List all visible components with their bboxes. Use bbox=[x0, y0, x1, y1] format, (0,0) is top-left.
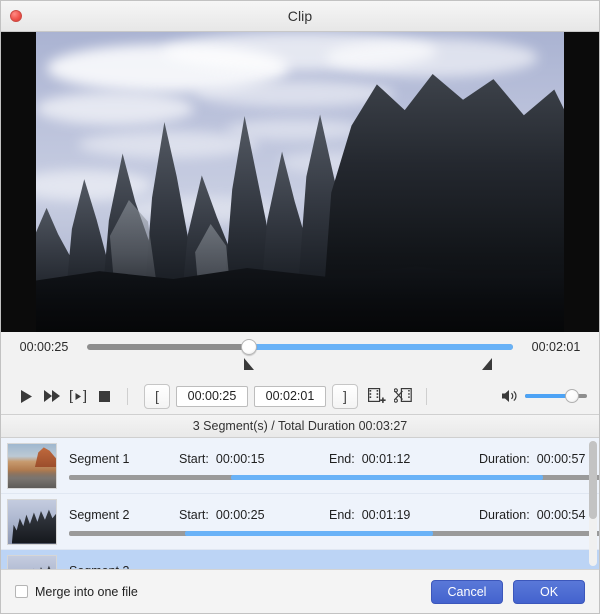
segment-duration-value: 00:00:54 bbox=[536, 507, 586, 522]
segment-thumbnail bbox=[8, 555, 56, 569]
segments-scrollbar[interactable] bbox=[589, 441, 597, 566]
segments-summary-bar: 3 Segment(s) / Total Duration 00:03:27 bbox=[1, 415, 599, 438]
segment-info: Segment 2 Start: 00:00:25 End: 00:01:19 Durat… bbox=[57, 508, 599, 536]
set-start-button[interactable]: [ bbox=[144, 383, 170, 409]
segment-detail-line: Segment 2 Start: 00:00:25 End: 00:01:19 Durat… bbox=[69, 508, 599, 522]
segment-duration-value: 00:00:57 bbox=[536, 451, 586, 466]
timeline-playhead-knob[interactable] bbox=[240, 339, 257, 355]
split-clip-button[interactable] bbox=[390, 385, 416, 407]
timeline-row: 00:00:25 00:02:01 bbox=[1, 332, 599, 378]
table-row[interactable]: Segment 1 Start: 00:00:15 End: 00:01:12 Durat… bbox=[1, 438, 599, 494]
segment-duration: Duration: 00:00:57 bbox=[479, 452, 599, 466]
segment-info: Segment 1 Start: 00:00:15 End: 00:01:12 Durat… bbox=[57, 452, 599, 480]
dialog-footer: Merge into one file Cancel OK bbox=[1, 569, 599, 613]
segment-start-value: 00:00:25 bbox=[215, 507, 265, 522]
letterbox-left bbox=[1, 32, 36, 332]
segments-list[interactable]: Segment 1 Start: 00:00:15 End: 00:01:12 Durat… bbox=[1, 438, 599, 569]
volume-icon bbox=[502, 390, 517, 402]
table-row[interactable]: Segment 2 Start: 00:00:25 End: 00:01:19 Durat… bbox=[1, 494, 599, 550]
trim-start-marker[interactable] bbox=[243, 358, 254, 370]
video-preview[interactable] bbox=[1, 32, 599, 332]
volume-slider[interactable] bbox=[525, 389, 587, 403]
segment-end: End: 00:01:19 bbox=[329, 508, 479, 522]
segment-thumbnail bbox=[7, 554, 57, 569]
segment-end-value: 00:01:12 bbox=[361, 451, 411, 466]
volume-control[interactable] bbox=[502, 389, 587, 403]
trim-end-marker[interactable] bbox=[482, 358, 493, 370]
toolbar-divider-1 bbox=[127, 387, 128, 405]
segments-scrollbar-thumb[interactable] bbox=[589, 441, 597, 519]
desert-road-thumbnail bbox=[8, 443, 56, 488]
volume-knob[interactable] bbox=[564, 389, 579, 403]
segment-detail-line: Segment 1 Start: 00:00:15 End: 00:01:12 Durat… bbox=[69, 452, 599, 466]
segment-start-label: Start: bbox=[179, 451, 209, 466]
segments-summary-text: 3 Segment(s) / Total Duration 00:03:27 bbox=[192, 419, 408, 433]
rock-spires-thumbnail bbox=[8, 499, 56, 544]
segment-name: Segment 1 bbox=[69, 451, 130, 466]
set-end-button[interactable]: ] bbox=[332, 383, 358, 409]
title-bar: Clip bbox=[1, 1, 599, 32]
merge-checkbox-box[interactable] bbox=[15, 585, 28, 598]
video-frame bbox=[36, 32, 564, 332]
ok-button[interactable]: OK bbox=[513, 579, 585, 604]
segment-start: Start: 00:00:15 bbox=[179, 452, 329, 466]
segment-start-label: Start: bbox=[179, 507, 209, 522]
step-frame-icon bbox=[70, 389, 86, 403]
window-title: Clip bbox=[287, 8, 313, 24]
segment-thumbnail bbox=[7, 498, 57, 545]
add-clip-button[interactable] bbox=[364, 385, 390, 407]
segment-duration bbox=[479, 564, 599, 570]
segment-range-fill bbox=[184, 530, 434, 536]
cancel-button[interactable]: Cancel bbox=[431, 579, 503, 604]
table-row[interactable]: Segment 3✖⌃⌄ bbox=[1, 550, 599, 569]
segment-duration-label: Duration: bbox=[479, 451, 530, 466]
start-time-input[interactable]: 00:00:25 bbox=[176, 385, 248, 407]
segment-info: Segment 3 bbox=[57, 564, 599, 570]
segment-range-bar[interactable] bbox=[69, 530, 599, 536]
segment-start bbox=[179, 564, 329, 570]
fast-forward-button[interactable] bbox=[39, 385, 65, 407]
letterbox-right bbox=[564, 32, 599, 332]
stop-icon bbox=[98, 390, 110, 402]
step-frame-button[interactable] bbox=[65, 385, 91, 407]
timeline-current-time: 00:00:25 bbox=[19, 340, 69, 354]
fast-forward-icon bbox=[44, 390, 60, 402]
segment-name: Segment 3 bbox=[69, 564, 179, 570]
play-icon bbox=[20, 389, 32, 403]
segment-duration: Duration: 00:00:54 bbox=[479, 508, 599, 522]
segment-end-label: End: bbox=[329, 451, 355, 466]
merge-checkbox-label: Merge into one file bbox=[35, 584, 138, 599]
segment-duration-label: Duration: bbox=[479, 507, 530, 522]
stop-button[interactable] bbox=[91, 385, 117, 407]
segment-end: End: 00:01:12 bbox=[329, 452, 479, 466]
split-clip-icon bbox=[394, 388, 412, 403]
timeline-track-fill bbox=[248, 344, 513, 350]
add-clip-icon bbox=[368, 388, 386, 403]
toolbar-divider-2 bbox=[426, 387, 427, 405]
segment-detail-line: Segment 3 bbox=[69, 564, 599, 570]
segment-range-bar[interactable] bbox=[69, 474, 599, 480]
clip-dialog-window: Clip 00:00:25 00:02:01 [00:00:25 00:02:… bbox=[0, 0, 600, 614]
end-time-input[interactable]: 00:02:01 bbox=[254, 385, 326, 407]
timeline-total-time: 00:02:01 bbox=[531, 340, 581, 354]
segment-start: Start: 00:00:25 bbox=[179, 508, 329, 522]
merge-into-one-file-checkbox[interactable]: Merge into one file bbox=[15, 585, 138, 599]
segment-range-fill bbox=[230, 474, 543, 480]
segment-thumbnail bbox=[7, 442, 57, 489]
playback-toolbar: [ 00:00:25 00:02:01 ] bbox=[1, 378, 599, 415]
play-button[interactable] bbox=[13, 385, 39, 407]
segment-start-value: 00:00:15 bbox=[215, 451, 265, 466]
segment-end-value: 00:01:19 bbox=[361, 507, 411, 522]
segment-end bbox=[329, 564, 479, 570]
segment-end-label: End: bbox=[329, 507, 355, 522]
timeline-track[interactable] bbox=[87, 339, 513, 374]
segment-name: Segment 2 bbox=[69, 507, 130, 522]
